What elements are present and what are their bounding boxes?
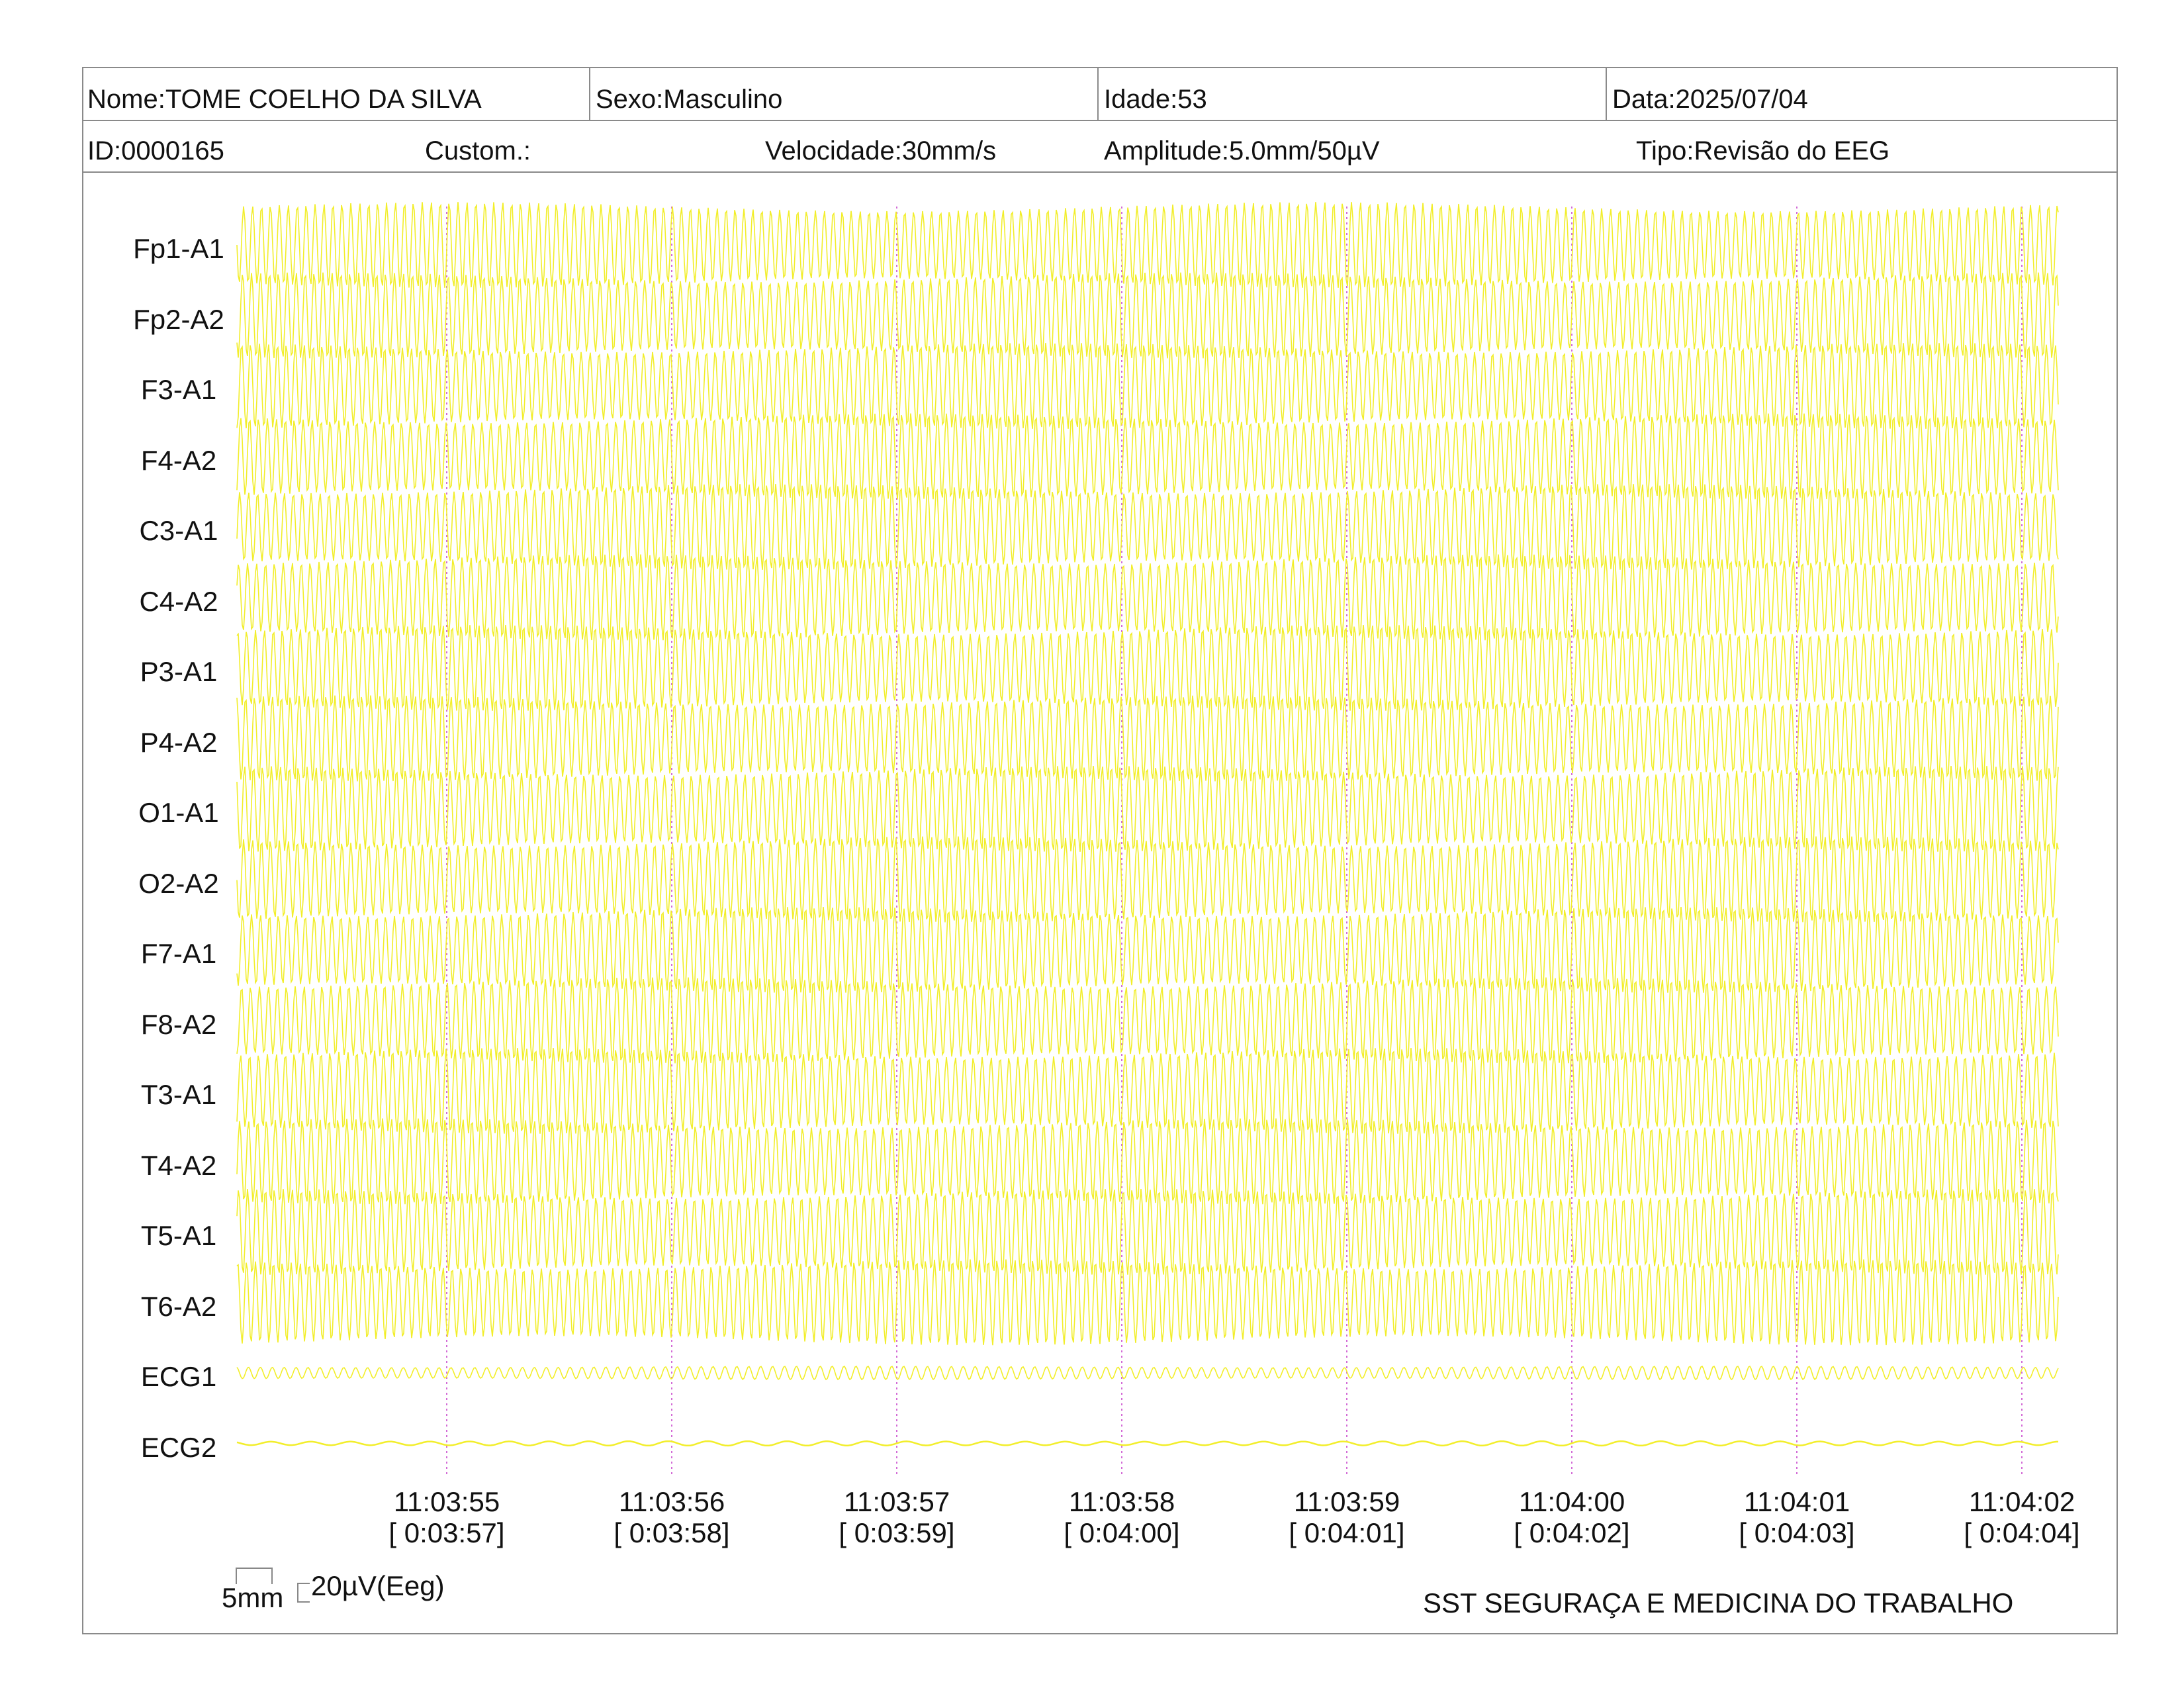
channel-label: F8-A2 xyxy=(140,1008,217,1040)
channel-label: O2-A2 xyxy=(138,867,219,899)
channel-label: T3-A1 xyxy=(140,1079,217,1110)
channel-label: C3-A1 xyxy=(139,515,218,546)
trace-ecg2 xyxy=(236,1440,2058,1447)
channel-label: T6-A2 xyxy=(140,1290,217,1322)
channel-label: O1-A1 xyxy=(138,797,219,828)
trace-t6-a2 xyxy=(236,1259,2059,1346)
trace-f3-a1 xyxy=(236,343,2059,429)
trace-c3-a1 xyxy=(236,484,2059,570)
time-mark: 11:04:02[ 0:04:04] xyxy=(1942,1486,2101,1548)
channel-label: Fp1-A1 xyxy=(133,233,224,264)
channel-label: F7-A1 xyxy=(140,938,217,969)
time-mark-clock: 11:03:55 xyxy=(393,1486,500,1517)
channel-label: T4-A2 xyxy=(140,1149,217,1181)
trace-f7-a1 xyxy=(236,907,2059,993)
channel-label: T5-A1 xyxy=(140,1220,217,1251)
time-mark-elapsed: [ 0:04:01] xyxy=(1289,1517,1405,1549)
time-mark: 11:04:00[ 0:04:02] xyxy=(1492,1486,1651,1548)
time-mark-elapsed: [ 0:03:59] xyxy=(839,1517,955,1549)
time-mark-elapsed: [ 0:03:57] xyxy=(388,1517,505,1549)
channel-label: ECG2 xyxy=(140,1431,217,1463)
time-mark: 11:03:57[ 0:03:59] xyxy=(817,1486,976,1548)
trace-fp1-a1 xyxy=(236,202,2059,288)
channel-label: ECG1 xyxy=(140,1361,217,1392)
time-mark: 11:04:01[ 0:04:03] xyxy=(1717,1486,1876,1548)
channel-label: P4-A2 xyxy=(140,726,218,758)
time-mark-elapsed: [ 0:03:58] xyxy=(614,1517,730,1549)
trace-o1-a1 xyxy=(236,766,2059,852)
time-mark-clock: 11:04:00 xyxy=(1518,1486,1625,1517)
footer-company: SST SEGURAÇA E MEDICINA DO TRABALHO xyxy=(1423,1587,2014,1618)
time-mark: 11:03:55[ 0:03:57] xyxy=(367,1486,526,1548)
trace-fp2-a2 xyxy=(236,272,2059,359)
time-mark-clock: 11:03:56 xyxy=(618,1486,725,1517)
time-mark: 11:03:58[ 0:04:00] xyxy=(1042,1486,1201,1548)
amplitude-scale-label: 20µV(Eeg) xyxy=(311,1570,445,1601)
time-mark-clock: 11:03:57 xyxy=(843,1486,950,1517)
trace-f4-a2 xyxy=(236,413,2059,500)
trace-f8-a2 xyxy=(236,977,2059,1064)
time-mark-clock: 11:04:02 xyxy=(1968,1486,2075,1517)
time-mark-clock: 11:03:58 xyxy=(1068,1486,1175,1517)
channel-label: F3-A1 xyxy=(140,374,217,405)
time-mark-elapsed: [ 0:04:03] xyxy=(1739,1517,1855,1549)
channel-label: P3-A1 xyxy=(140,656,218,687)
trace-t4-a2 xyxy=(236,1118,2059,1205)
time-mark-elapsed: [ 0:04:04] xyxy=(1964,1517,2080,1549)
time-mark: 11:03:56[ 0:03:58] xyxy=(592,1486,751,1548)
time-mark-elapsed: [ 0:04:02] xyxy=(1514,1517,1630,1549)
trace-c4-a2 xyxy=(236,554,2059,641)
channel-label: F4-A2 xyxy=(140,444,217,476)
trace-t3-a1 xyxy=(236,1048,2059,1134)
trace-p4-a2 xyxy=(236,695,2059,782)
channel-label: C4-A2 xyxy=(139,585,218,617)
time-mark-elapsed: [ 0:04:00] xyxy=(1064,1517,1180,1549)
channel-label: Fp2-A2 xyxy=(133,303,224,335)
trace-o2-a2 xyxy=(236,836,2059,923)
trace-t5-a1 xyxy=(236,1189,2059,1275)
eeg-traces xyxy=(236,202,2059,1476)
time-mark-clock: 11:03:59 xyxy=(1293,1486,1400,1517)
amplitude-scale-bracket xyxy=(297,1583,310,1603)
time-mark-clock: 11:04:01 xyxy=(1743,1486,1850,1517)
time-scale-label: 5mm xyxy=(222,1582,284,1613)
trace-ecg1 xyxy=(236,1366,2059,1381)
time-mark: 11:03:59[ 0:04:01] xyxy=(1267,1486,1426,1548)
